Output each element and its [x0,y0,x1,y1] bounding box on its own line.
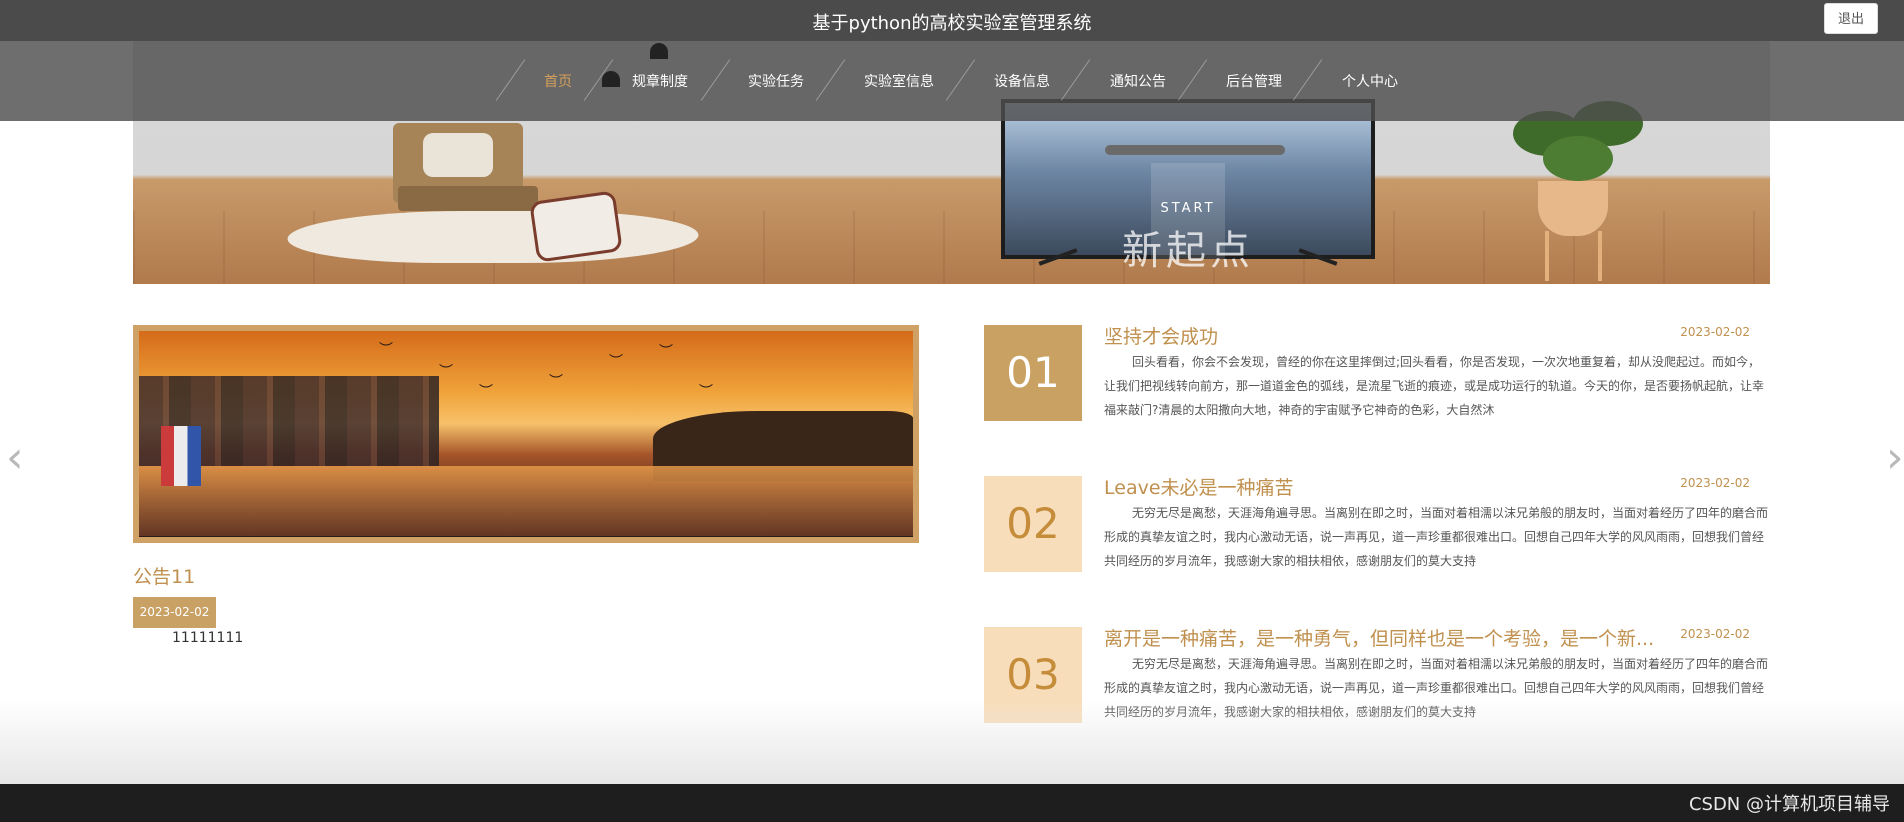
tv-image: START 新起点 [1001,99,1375,274]
bird-icon: ︶ [609,354,623,370]
nav-item-profile[interactable]: 个人中心 [1342,71,1398,91]
logout-button[interactable]: 退出 [1824,3,1878,34]
news-title[interactable]: Leave未必是一种痛苦 [1104,473,1294,500]
watermark-text: CSDN @计算机项目辅导 [1688,794,1890,815]
nav-separator [1292,59,1323,101]
tv-start-text: START [1160,201,1216,216]
bird-icon: ︶ [379,342,393,358]
featured-notice-image[interactable]: ︶ ︶ ︶ ︶ ︶ ︶ ︶ [133,325,919,543]
pillow-decoration [529,190,623,263]
lamp-decoration [650,43,668,59]
news-date: 2023-02-02 [1680,476,1750,490]
nav-item-lab-info[interactable]: 实验室信息 [864,71,934,91]
news-title[interactable]: 离开是一种痛苦，是一种勇气，但同样也是一个考验，是一个新... [1104,624,1680,651]
nav-separator [815,59,846,101]
news-summary: 无穷无尽是离愁，天涯海角遍寻思。当离别在即之时，当面对着相濡以沫兄弟般的朋友时，… [1104,506,1769,568]
bird-icon: ︶ [699,384,713,400]
news-number: 01 [984,325,1082,421]
chair-seat-decoration [398,186,538,211]
news-summary: 回头看看，你会不会发现，曾经的你在这里摔倒过;回头看看，你是否发现，一次次地重复… [1104,355,1765,417]
news-date: 2023-02-02 [1680,325,1750,339]
featured-notice-title[interactable]: 公告11 [133,562,195,589]
nav-separator [700,59,731,101]
nav-item-equipment[interactable]: 设备信息 [994,71,1050,91]
plant-stand-leg [1598,231,1602,281]
bottom-fade [0,700,1904,784]
main-nav: 首页 规章制度 实验任务 实验室信息 设备信息 通知公告 后台管理 个人中心 [0,41,1904,121]
bird-icon: ︶ [479,384,493,400]
news-item[interactable]: 02 Leave未必是一种痛苦 2023-02-02 无穷无尽是离愁，天涯海角遍… [984,476,1770,576]
news-date: 2023-02-02 [1680,627,1750,641]
bird-icon: ︶ [549,374,563,390]
featured-notice-body: 11111111 [172,630,244,646]
airplane-graphic [1105,145,1285,155]
carousel-next-icon[interactable]: › [1886,432,1904,483]
nav-item-home[interactable]: 首页 [544,71,572,91]
carousel-prev-icon[interactable]: ‹ [6,432,24,483]
nav-item-notices[interactable]: 通知公告 [1110,71,1166,91]
app-title: 基于python的高校实验室管理系统 [812,13,1092,34]
news-item[interactable]: 01 坚持才会成功 2023-02-02 回头看看，你会不会发现，曾经的你在这里… [984,325,1770,425]
bird-icon: ︶ [659,344,673,360]
nav-separator [495,59,526,101]
plant-stand-leg [1545,231,1549,281]
bird-icon: ︶ [439,364,453,380]
footer: CSDN @计算机项目辅导 [0,784,1904,822]
tv-slogan-text: 新起点 [1122,228,1254,274]
nav-item-rules[interactable]: 规章制度 [632,71,688,91]
nav-separator [945,59,976,101]
nav-separator [1177,59,1208,101]
nav-separator [1060,59,1091,101]
river [139,466,913,536]
plant-leaf [1543,136,1613,181]
city-sunset-image: ︶ ︶ ︶ ︶ ︶ ︶ ︶ [139,331,913,537]
lamp-decoration [602,71,620,87]
plant-pot [1538,181,1608,236]
news-number: 02 [984,476,1082,572]
top-bar: 基于python的高校实验室管理系统 退出 [0,0,1904,41]
news-title[interactable]: 坚持才会成功 [1104,322,1218,349]
nav-item-admin[interactable]: 后台管理 [1226,71,1282,91]
nav-item-lab-tasks[interactable]: 实验任务 [748,71,804,91]
featured-notice-date: 2023-02-02 [133,597,216,628]
cushion-decoration [423,133,493,177]
flag-graphic [161,426,201,486]
